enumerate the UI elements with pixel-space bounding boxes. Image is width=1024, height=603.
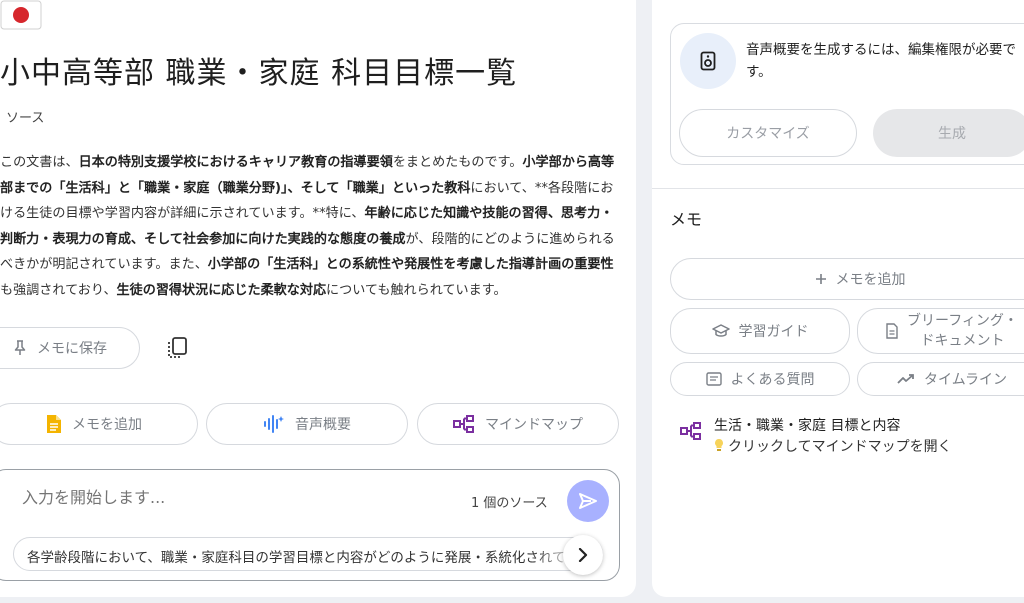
lightbulb-icon (715, 439, 723, 451)
mind-map-note-title: 生活・職業・家庭 目標と内容 (714, 418, 901, 434)
study-guide-button[interactable]: 学習ガイド (670, 308, 850, 354)
summary-bold-run: 小学部の「生活科」との系統性や発展性を考慮した指導計画の重要性 (207, 257, 614, 273)
summary-bold-run: 生徒の習得状況に応じた柔軟な対応 (116, 282, 327, 298)
mind-map-label: マインドマップ (485, 417, 583, 433)
graduation-cap-icon (711, 324, 730, 337)
summary-bold-run: 日本の特別支援学校におけるキャリア教育の指導要領 (78, 155, 393, 170)
study-guide-label: 学習ガイド (738, 324, 809, 340)
briefing-label-line1: ブリーフィング・ (907, 313, 1018, 329)
faq-button[interactable]: よくある質問 (670, 362, 850, 396)
summary-text-run: をまとめたものです。 (392, 155, 523, 170)
add-memo-button-studio[interactable]: メモを追加 (670, 258, 1024, 300)
briefing-label-line2: ドキュメント (920, 333, 1005, 349)
next-suggestion-button[interactable] (563, 535, 603, 575)
speaker-icon (700, 51, 716, 71)
send-icon (579, 493, 597, 509)
pin-icon (14, 340, 26, 355)
briefing-document-button[interactable]: ブリーフィング・ ドキュメント (857, 308, 1024, 354)
audio-waveform-icon (264, 415, 284, 433)
timeline-label: タイムライン (923, 372, 1008, 388)
source-summary: この文書は、日本の特別支援学校におけるキャリア教育の指導要領をまとめたものです。… (0, 150, 616, 304)
mind-map-note-hint: クリックしてマインドマップを開く (728, 439, 952, 455)
add-memo-studio-label: メモを追加 (835, 272, 906, 288)
summary-text-run: この文書は、 (0, 155, 79, 170)
copy-icon[interactable] (167, 336, 189, 360)
add-memo-label: メモを追加 (72, 417, 142, 433)
chevron-right-icon (578, 548, 588, 562)
document-icon (886, 323, 898, 339)
studio-panel: 音声概要を生成するには、編集権限が必要です。 カスタマイズ 生成 メモ メモを追… (652, 0, 1024, 597)
faq-label: よくある質問 (730, 372, 815, 388)
send-button[interactable] (567, 480, 609, 522)
save-to-memo-button[interactable]: メモに保存 (0, 327, 140, 369)
audio-overview-button[interactable]: 音声概要 (206, 403, 408, 445)
audio-overview-card: 音声概要を生成するには、編集権限が必要です。 カスタマイズ 生成 (670, 23, 1024, 165)
mind-map-note-hint-row: クリックしてマインドマップを開く (714, 436, 952, 456)
mind-map-button[interactable]: マインドマップ (417, 403, 619, 445)
mind-map-note-icon (680, 422, 701, 440)
plus-icon (815, 274, 826, 284)
section-divider (652, 188, 1024, 189)
timeline-button[interactable]: タイムライン (857, 362, 1024, 396)
summary-text-run: についても触れられています。 (326, 282, 507, 298)
audio-overview-label: 音声概要 (295, 417, 351, 433)
customize-button[interactable]: カスタマイズ (679, 109, 857, 157)
generate-button[interactable]: 生成 (873, 109, 1024, 157)
suggested-question-chip[interactable]: 各学齢段階において、職業・家庭科目の学習目標と内容がどのように発展・系統化されて… (13, 537, 603, 571)
source-count-label: ソース (6, 111, 45, 126)
memo-heading: メモ (670, 210, 703, 229)
note-icon (47, 415, 61, 433)
source-panel: 小中高等部 職業・家庭 科目目標一覧 ソース この文書は、日本の特別支援学校にお… (0, 0, 636, 597)
audio-icon-circle (680, 33, 736, 89)
page-title: 小中高等部 職業・家庭 科目目標一覧 (0, 56, 518, 91)
chat-source-count: 1 個のソース (471, 496, 548, 511)
suggested-question-text: 各学齢段階において、職業・家庭科目の学習目標と内容がどのように発展・系統化されて… (27, 550, 603, 566)
faq-icon (705, 372, 722, 386)
chat-box: 1 個のソース 各学齢段階において、職業・家庭科目の学習目標と内容がどのように発… (0, 469, 620, 581)
add-memo-button[interactable]: メモを追加 (0, 403, 198, 445)
summary-text-run: も強調されており、 (0, 282, 117, 298)
chat-input[interactable] (22, 488, 422, 507)
mind-map-icon (453, 415, 474, 433)
trending-up-icon (897, 374, 914, 384)
japan-flag-icon (0, 0, 42, 30)
save-to-memo-label: メモに保存 (37, 341, 107, 357)
audio-permission-note: 音声概要を生成するには、編集権限が必要です。 (746, 42, 1016, 80)
